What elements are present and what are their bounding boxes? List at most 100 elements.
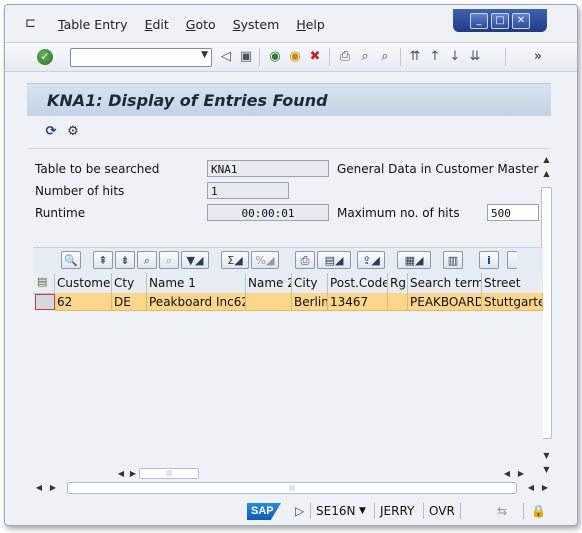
- sap-logo: SAP: [247, 503, 281, 520]
- cancel-icon[interactable]: ✖: [307, 49, 323, 65]
- column-header[interactable]: Name 1: [147, 273, 246, 293]
- table-cell[interactable]: [388, 293, 408, 311]
- last-page-icon[interactable]: ⇊: [467, 49, 483, 65]
- table-cell[interactable]: Berlin: [292, 293, 328, 311]
- info-icon[interactable]: i: [479, 251, 499, 269]
- status-expand-icon[interactable]: ▷: [295, 504, 304, 518]
- table-cell[interactable]: DE: [112, 293, 147, 311]
- scroll-thumb[interactable]: |||: [67, 482, 517, 494]
- minimize-button[interactable]: _: [470, 12, 488, 29]
- chevron-down-icon[interactable]: ▼: [201, 50, 208, 60]
- scroll-right-icon[interactable]: ▶: [539, 481, 551, 495]
- technical-settings-icon[interactable]: ⚙: [65, 124, 81, 140]
- alv-toolbar: 🔍 ⇞ ⇟ ⌕ ⌕ ▼◢ Σ◢ %◢ ⎙ ▤◢ ⇪◢ ▦◢ ▥ i: [33, 247, 543, 274]
- views-icon[interactable]: ▤◢: [317, 251, 351, 269]
- maximize-button[interactable]: □: [491, 12, 509, 29]
- scroll-thumb[interactable]: |||: [139, 468, 199, 479]
- close-button[interactable]: ✕: [512, 12, 530, 29]
- column-header[interactable]: Name 2: [246, 273, 292, 293]
- toolbar-divider: [329, 48, 330, 66]
- print-icon[interactable]: ⎙: [337, 49, 353, 65]
- enter-check-icon[interactable]: ✓: [37, 49, 53, 65]
- status-divider: [310, 503, 311, 519]
- table-description: General Data in Customer Master: [337, 162, 539, 176]
- table-field: KNA1: [207, 160, 329, 177]
- menu-system[interactable]: System: [233, 17, 280, 32]
- subtotal-icon[interactable]: %◢: [251, 251, 279, 269]
- scroll-right-icon[interactable]: ▶: [515, 467, 527, 480]
- export-icon[interactable]: ⇪◢: [357, 251, 385, 269]
- max-hits-field[interactable]: 500: [487, 204, 539, 221]
- scroll-left-icon[interactable]: ◀: [501, 467, 513, 480]
- table-row[interactable]: 62 DE Peakboard Inc62 Berlin 13467 PEAKB…: [33, 293, 543, 311]
- scroll-left-icon[interactable]: ◀: [525, 481, 537, 495]
- sort-ascending-icon[interactable]: ⇞: [93, 251, 113, 269]
- chevron-down-icon[interactable]: ▼: [359, 506, 366, 516]
- find-icon[interactable]: ⌕: [137, 251, 157, 269]
- insert-mode[interactable]: OVR: [429, 504, 455, 518]
- save-icon[interactable]: ▣: [238, 49, 254, 65]
- result-grid: ▤ Customer Cty Name 1 Name 2 City Post.C…: [33, 273, 543, 467]
- print-preview-icon[interactable]: ⎙: [295, 251, 315, 269]
- column-header[interactable]: Customer: [55, 273, 112, 293]
- details-icon[interactable]: 🔍: [61, 251, 81, 269]
- menu-table-entry[interactable]: Table Entry: [58, 17, 128, 32]
- layout-icon: ▤: [37, 275, 48, 288]
- column-header[interactable]: City: [292, 273, 328, 293]
- page-title: KNA1: Display of Entries Found: [47, 91, 328, 110]
- table-cell[interactable]: Stuttgarter: [482, 293, 543, 311]
- sap-window: _ □ ✕ ⊏ Table Entry Edit Goto System Hel…: [4, 4, 578, 526]
- menu-help[interactable]: Help: [296, 17, 325, 32]
- table-cell[interactable]: Peakboard Inc62: [147, 293, 246, 311]
- status-bar: SAP ▷ SE16N ▼ JERRY OVR ⇆ 🔒: [5, 499, 577, 523]
- exit-icon[interactable]: ◉: [287, 49, 303, 65]
- window-menu-icon[interactable]: ⊏: [25, 17, 41, 31]
- scroll-up-small-icon[interactable]: ▲: [540, 167, 553, 180]
- column-header[interactable]: Search term: [408, 273, 482, 293]
- command-field[interactable]: ▼: [70, 48, 212, 67]
- select-all-icon[interactable]: ▤: [33, 273, 55, 293]
- refresh-icon[interactable]: ⟳: [43, 124, 59, 140]
- column-header[interactable]: Street: [482, 273, 543, 293]
- find-next-icon[interactable]: ⌕: [377, 49, 393, 65]
- more-icon[interactable]: »: [530, 49, 546, 65]
- find-next-icon[interactable]: ⌕: [159, 251, 179, 269]
- table-cell[interactable]: 13467: [328, 293, 388, 311]
- hits-label: Number of hits: [35, 184, 125, 198]
- previous-page-icon[interactable]: ↑: [427, 49, 443, 65]
- table-cell[interactable]: 62: [55, 293, 112, 311]
- menu-goto[interactable]: Goto: [186, 17, 216, 32]
- table-label: Table to be searched: [35, 162, 160, 176]
- standard-toolbar: ✓ ▼ ◁ ▣ ◉ ◉ ✖ ⎙ ⌕ ⌕ ⇈ ↑ ↓ ⇊ »: [5, 42, 577, 72]
- find-icon[interactable]: ⌕: [357, 49, 373, 65]
- lock-icon[interactable]: 🔒: [531, 504, 546, 518]
- column-header[interactable]: Post.Code: [328, 273, 388, 293]
- scroll-right-icon[interactable]: ▶: [127, 467, 139, 480]
- hits-field: 1: [207, 182, 289, 199]
- graphic-icon[interactable]: ▥: [443, 251, 463, 269]
- more-icon[interactable]: [507, 251, 517, 269]
- toolbar-divider: [259, 48, 260, 66]
- sort-descending-icon[interactable]: ⇟: [115, 251, 135, 269]
- back-icon[interactable]: ◉: [267, 49, 283, 65]
- back-arrow-icon[interactable]: ◁: [218, 49, 234, 65]
- page-horizontal-scrollbar[interactable]: ◀ ▶ ||| ◀ ▶: [33, 481, 553, 495]
- scroll-left-icon[interactable]: ◀: [115, 467, 127, 480]
- transaction-code[interactable]: SE16N: [316, 504, 355, 518]
- layout-icon[interactable]: ▦◢: [397, 251, 431, 269]
- scroll-up-icon[interactable]: ▲: [540, 153, 553, 166]
- column-header[interactable]: Rg: [388, 273, 408, 293]
- total-icon[interactable]: Σ◢: [221, 251, 249, 269]
- runtime-label: Runtime: [35, 206, 86, 220]
- table-cell[interactable]: [246, 293, 292, 311]
- filter-icon[interactable]: ▼◢: [181, 251, 209, 269]
- next-page-icon[interactable]: ↓: [447, 49, 463, 65]
- scroll-left-icon[interactable]: ◀: [33, 481, 45, 495]
- scroll-right-icon[interactable]: ▶: [47, 481, 59, 495]
- table-cell[interactable]: PEAKBOARD: [408, 293, 482, 311]
- grid-horizontal-scrollbar[interactable]: ◀ ▶ ||| ◀ ▶: [115, 467, 539, 480]
- column-header[interactable]: Cty: [112, 273, 147, 293]
- menu-edit[interactable]: Edit: [145, 17, 169, 32]
- first-page-icon[interactable]: ⇈: [407, 49, 423, 65]
- row-selector[interactable]: [35, 294, 55, 310]
